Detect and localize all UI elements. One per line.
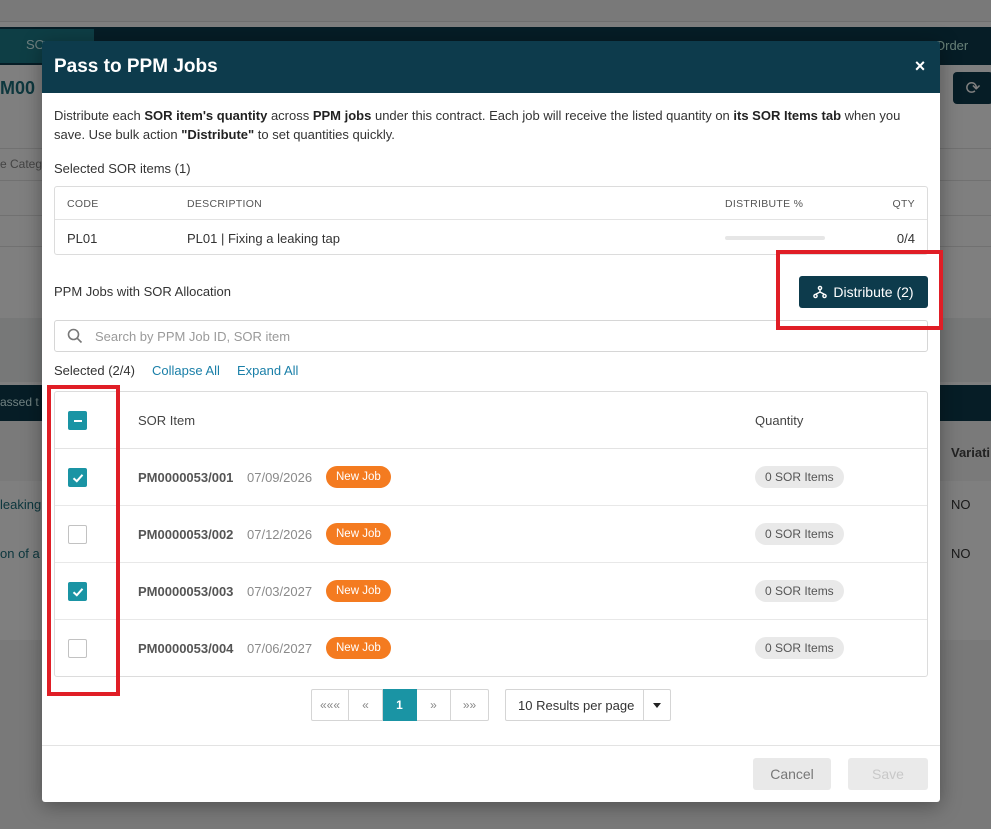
check-icon (72, 474, 84, 483)
pagination: ««« « 1 » »» (311, 689, 489, 721)
column-header-sor-item: SOR Item (138, 413, 196, 428)
intro-text-bold: PPM jobs (312, 108, 372, 123)
page-current-button[interactable]: 1 (383, 689, 417, 721)
quantity-badge: 0 SOR Items (755, 466, 844, 488)
search-box (54, 320, 928, 352)
per-page-select[interactable]: 10 Results per page (505, 689, 671, 721)
distribute-button[interactable]: Distribute (2) (799, 276, 928, 308)
branch-icon (813, 285, 828, 299)
modal-title: Pass to PPM Jobs (54, 56, 218, 77)
minus-icon (74, 420, 82, 422)
save-button[interactable]: Save (848, 758, 928, 790)
search-input[interactable] (95, 322, 915, 350)
job-id: PM0000053/002 (138, 527, 234, 542)
select-all-checkbox[interactable] (68, 411, 87, 430)
page-prev-button[interactable]: « (349, 689, 383, 721)
row-checkbox[interactable] (68, 582, 87, 601)
cancel-button[interactable]: Cancel (753, 758, 831, 790)
close-icon[interactable]: × (910, 55, 930, 77)
sor-table-header: CODE DESCRIPTION DISTRIBUTE % QTY (55, 187, 927, 220)
intro-text-part: across (267, 108, 313, 123)
sor-code: PL01 (67, 231, 98, 246)
new-job-badge: New Job (326, 580, 391, 602)
footer-divider (42, 745, 940, 746)
distribute-button-label: Distribute (2) (833, 284, 914, 300)
intro-text-part: to set quantities quickly. (254, 127, 395, 142)
new-job-badge: New Job (326, 637, 391, 659)
collapse-all-link[interactable]: Collapse All (152, 363, 220, 378)
ppm-jobs-section-label: PPM Jobs with SOR Allocation (54, 284, 232, 299)
intro-text-part: under this contract. Each job will recei… (371, 108, 734, 123)
page-first-button[interactable]: ««« (311, 689, 349, 721)
page-last-button[interactable]: »» (451, 689, 489, 721)
quantity-badge: 0 SOR Items (755, 523, 844, 545)
column-header-code: CODE (67, 198, 99, 210)
per-page-caret[interactable] (643, 690, 670, 720)
check-icon (72, 588, 84, 597)
row-checkbox[interactable] (68, 639, 87, 658)
table-row[interactable]: PM0000053/003 07/03/2027 New Job 0 SOR I… (55, 563, 927, 620)
table-row[interactable]: PM0000053/002 07/12/2026 New Job 0 SOR I… (55, 506, 927, 563)
job-date: 07/09/2026 (247, 470, 313, 485)
column-header-description: DESCRIPTION (187, 198, 263, 210)
column-header-qty: QTY (892, 198, 915, 210)
per-page-label: 10 Results per page (518, 698, 635, 713)
distribute-progress-bar (725, 236, 825, 240)
column-header-distribute: DISTRIBUTE % (725, 198, 804, 210)
job-date: 07/12/2026 (247, 527, 313, 542)
selected-count: Selected (2/4) (54, 363, 135, 378)
modal-header: Pass to PPM Jobs × (42, 41, 940, 93)
new-job-badge: New Job (326, 523, 391, 545)
job-id: PM0000053/003 (138, 584, 234, 599)
quantity-badge: 0 SOR Items (755, 580, 844, 602)
intro-text-bold: "Distribute" (181, 127, 255, 142)
column-header-quantity: Quantity (755, 413, 804, 428)
row-checkbox[interactable] (68, 525, 87, 544)
table-row[interactable]: PM0000053/004 07/06/2027 New Job 0 SOR I… (55, 620, 927, 677)
table-row[interactable]: PM0000053/001 07/09/2026 New Job 0 SOR I… (55, 449, 927, 506)
selected-sor-table: CODE DESCRIPTION DISTRIBUTE % QTY PL01 P… (54, 186, 928, 255)
selected-sor-items-label: Selected SOR items (1) (54, 161, 191, 176)
page-next-button[interactable]: » (417, 689, 451, 721)
pass-to-ppm-jobs-modal: Pass to PPM Jobs × Distribute each SOR i… (42, 41, 940, 802)
job-date: 07/06/2027 (247, 641, 313, 656)
sor-qty: 0/4 (896, 231, 915, 246)
job-id: PM0000053/001 (138, 470, 234, 485)
job-date: 07/03/2027 (247, 584, 313, 599)
caret-down-icon (653, 703, 661, 708)
quantity-badge: 0 SOR Items (755, 637, 844, 659)
ppm-jobs-table: SOR Item Quantity PM0000053/001 07/09/20… (54, 391, 928, 677)
intro-text: Distribute each SOR item's quantity acro… (54, 106, 932, 144)
intro-text-part: Distribute each (54, 108, 145, 123)
row-checkbox[interactable] (68, 468, 87, 487)
expand-all-link[interactable]: Expand All (237, 363, 298, 378)
sor-description: PL01 | Fixing a leaking tap (187, 231, 340, 246)
jobs-table-header: SOR Item Quantity (55, 392, 927, 449)
search-icon (67, 328, 83, 344)
new-job-badge: New Job (326, 466, 391, 488)
intro-text-bold: SOR item's quantity (144, 108, 268, 123)
job-id: PM0000053/004 (138, 641, 234, 656)
intro-text-bold: its SOR Items tab (733, 108, 842, 123)
